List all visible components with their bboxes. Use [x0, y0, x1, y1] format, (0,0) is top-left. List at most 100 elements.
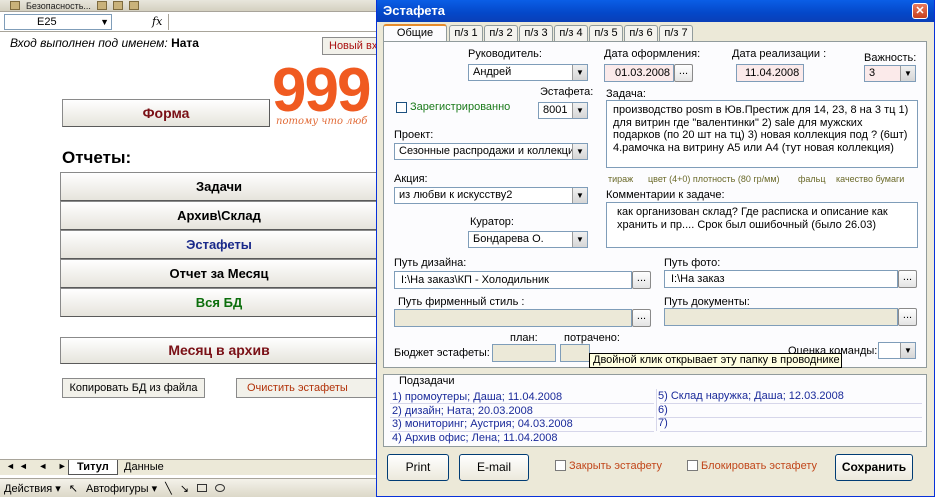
clear-relays-button[interactable]: Очистить эстафеты: [236, 378, 378, 398]
toolbar-icon[interactable]: [112, 1, 123, 10]
month-archive-button[interactable]: Месяц в архив: [60, 337, 378, 364]
tab-subtask-5[interactable]: п/з 5: [589, 25, 623, 42]
task-label: Задача:: [606, 88, 646, 100]
reports-title: Отчеты:: [62, 148, 132, 167]
tab-subtask-1[interactable]: п/з 1: [449, 25, 483, 42]
close-icon[interactable]: ✕: [912, 3, 928, 19]
spec-fold: фальц: [798, 174, 826, 184]
draw-actions-menu[interactable]: Действия ▾: [4, 482, 61, 495]
chevron-down-icon[interactable]: ▼: [572, 65, 587, 80]
date-created-label: Дата оформления:: [604, 48, 701, 60]
dialog-titlebar[interactable]: Эстафета ✕: [377, 0, 934, 22]
report-tasks-button[interactable]: Задачи: [60, 172, 378, 201]
subtask-4[interactable]: 4) Архив офис; Лена; 11.04.2008: [392, 432, 558, 444]
date-picker-button[interactable]: ...: [674, 64, 693, 82]
tab-subtask-6[interactable]: п/з 6: [624, 25, 658, 42]
formula-bar: E25 ▼ fx: [0, 12, 380, 32]
chevron-down-icon[interactable]: ▼: [572, 144, 587, 159]
subtask-1[interactable]: 1) промоутеры; Даша; 11.04.2008: [392, 391, 562, 403]
spec-print-run: тираж: [608, 174, 634, 184]
browse-docs-button[interactable]: ...: [898, 308, 917, 326]
drawing-toolbar: Действия ▾ ↖ Автофигуры ▾ ╲ ↘: [0, 478, 380, 497]
subtask-5[interactable]: 5) Склад наружка; Даша; 12.03.2008: [658, 390, 844, 402]
manager-select[interactable]: Андрей ▼: [468, 64, 588, 81]
block-relay-checkbox[interactable]: [687, 460, 698, 471]
subtask-7[interactable]: 7): [658, 417, 668, 429]
date-done-field[interactable]: 11.04.2008: [736, 64, 804, 82]
report-relays-button[interactable]: Эстафеты: [60, 230, 378, 259]
close-relay-checkbox[interactable]: [555, 460, 566, 471]
name-box[interactable]: E25 ▼: [4, 14, 112, 30]
macro-icon[interactable]: [10, 1, 20, 10]
browse-design-button[interactable]: ...: [632, 271, 651, 289]
curator-select[interactable]: Бондарева О. ▼: [468, 231, 588, 248]
email-button[interactable]: E-mail: [459, 454, 529, 481]
subtask-2[interactable]: 2) дизайн; Ната; 20.03.2008: [392, 405, 533, 417]
company-logo: 999 потому что люб: [272, 60, 371, 127]
autoshapes-menu[interactable]: Автофигуры ▾: [86, 482, 157, 495]
subtask-3[interactable]: 3) мониторинг; Аустрия; 04.03.2008: [392, 418, 573, 430]
manager-label: Руководитель:: [468, 48, 542, 60]
spent-label: потрачено:: [564, 332, 620, 344]
budget-label: Бюджет эстафеты:: [394, 347, 490, 359]
browse-brand-button[interactable]: ...: [632, 309, 651, 327]
comment-textarea[interactable]: как организован склад? Где расписка и оп…: [606, 202, 918, 248]
form-button[interactable]: Форма: [62, 99, 270, 127]
registered-checkbox[interactable]: [396, 102, 407, 113]
save-button[interactable]: Сохранить: [835, 454, 913, 481]
docs-path-label: Путь документы:: [664, 296, 750, 308]
browse-photo-button[interactable]: ...: [898, 270, 917, 288]
security-menu[interactable]: Безопасность...: [26, 1, 91, 11]
task-textarea[interactable]: производство posm в Юв.Престиж для 14, 2…: [606, 100, 918, 168]
oval-icon[interactable]: [215, 484, 225, 492]
tab-subtask-4[interactable]: п/з 4: [554, 25, 588, 42]
curator-label: Куратор:: [470, 216, 514, 228]
chevron-down-icon[interactable]: ▼: [100, 15, 109, 29]
photo-path-label: Путь фото:: [664, 257, 721, 269]
tab-subtask-7[interactable]: п/з 7: [659, 25, 693, 42]
chevron-down-icon[interactable]: ▼: [572, 188, 587, 203]
chevron-down-icon[interactable]: ▼: [900, 343, 915, 358]
photo-path-field[interactable]: I:\На заказ: [664, 270, 898, 288]
print-button[interactable]: Print: [387, 454, 449, 481]
date-created-field[interactable]: 01.03.2008: [604, 64, 674, 82]
toolbar-icon[interactable]: [96, 1, 107, 10]
brand-path-label: Путь фирменный стиль :: [398, 296, 525, 308]
project-select[interactable]: Сезонные распродажи и коллекции ▼: [394, 143, 588, 160]
formula-input[interactable]: [168, 14, 378, 30]
report-all-db-button[interactable]: Вся БД: [60, 288, 378, 317]
fx-icon[interactable]: fx: [152, 15, 162, 28]
brand-path-field[interactable]: [394, 309, 632, 327]
tab-subtask-2[interactable]: п/з 2: [484, 25, 518, 42]
toolbar-icon[interactable]: [128, 1, 139, 10]
chevron-down-icon[interactable]: ▼: [900, 66, 915, 81]
new-entry-button[interactable]: Новый вх: [322, 37, 378, 55]
comment-label: Комментарии к задаче:: [606, 189, 725, 201]
action-select[interactable]: из любви к искусству2 ▼: [394, 187, 588, 204]
budget-spent-field[interactable]: [560, 344, 590, 362]
subtask-6[interactable]: 6): [658, 404, 668, 416]
worksheet: Вход выполнен под именем: Ната Новый вх …: [0, 32, 380, 459]
sheet-tab-data[interactable]: Данные: [116, 460, 172, 475]
report-month-button[interactable]: Отчет за Месяц: [60, 259, 378, 288]
path-tooltip: Двойной клик открывает эту папку в прово…: [589, 353, 842, 368]
docs-path-field[interactable]: [664, 308, 898, 326]
arrow-icon[interactable]: ↘: [180, 482, 189, 495]
pointer-icon[interactable]: ↖: [69, 482, 78, 495]
budget-plan-field[interactable]: [492, 344, 556, 362]
line-icon[interactable]: ╲: [165, 482, 172, 495]
sheet-tabs-bar: ◄◄ ◄ ► ►► Титул Данные: [0, 459, 380, 475]
report-archive-button[interactable]: Архив\Склад: [60, 201, 378, 230]
rectangle-icon[interactable]: [197, 484, 207, 492]
tab-subtask-3[interactable]: п/з 3: [519, 25, 553, 42]
sheet-tab-title[interactable]: Титул: [68, 460, 118, 475]
team-rating-select[interactable]: ▼: [878, 342, 916, 359]
importance-select[interactable]: 3 ▼: [864, 65, 916, 82]
design-path-field[interactable]: I:\На заказ\КП - Холодильник: [394, 271, 632, 289]
relay-select[interactable]: 8001 ▼: [538, 102, 588, 119]
dialog-title: Эстафета: [383, 3, 445, 18]
chevron-down-icon[interactable]: ▼: [572, 103, 587, 118]
subtasks-panel: Подзадачи 1) промоутеры; Даша; 11.04.200…: [383, 374, 927, 447]
copy-db-button[interactable]: Копировать БД из файла: [62, 378, 205, 398]
chevron-down-icon[interactable]: ▼: [572, 232, 587, 247]
